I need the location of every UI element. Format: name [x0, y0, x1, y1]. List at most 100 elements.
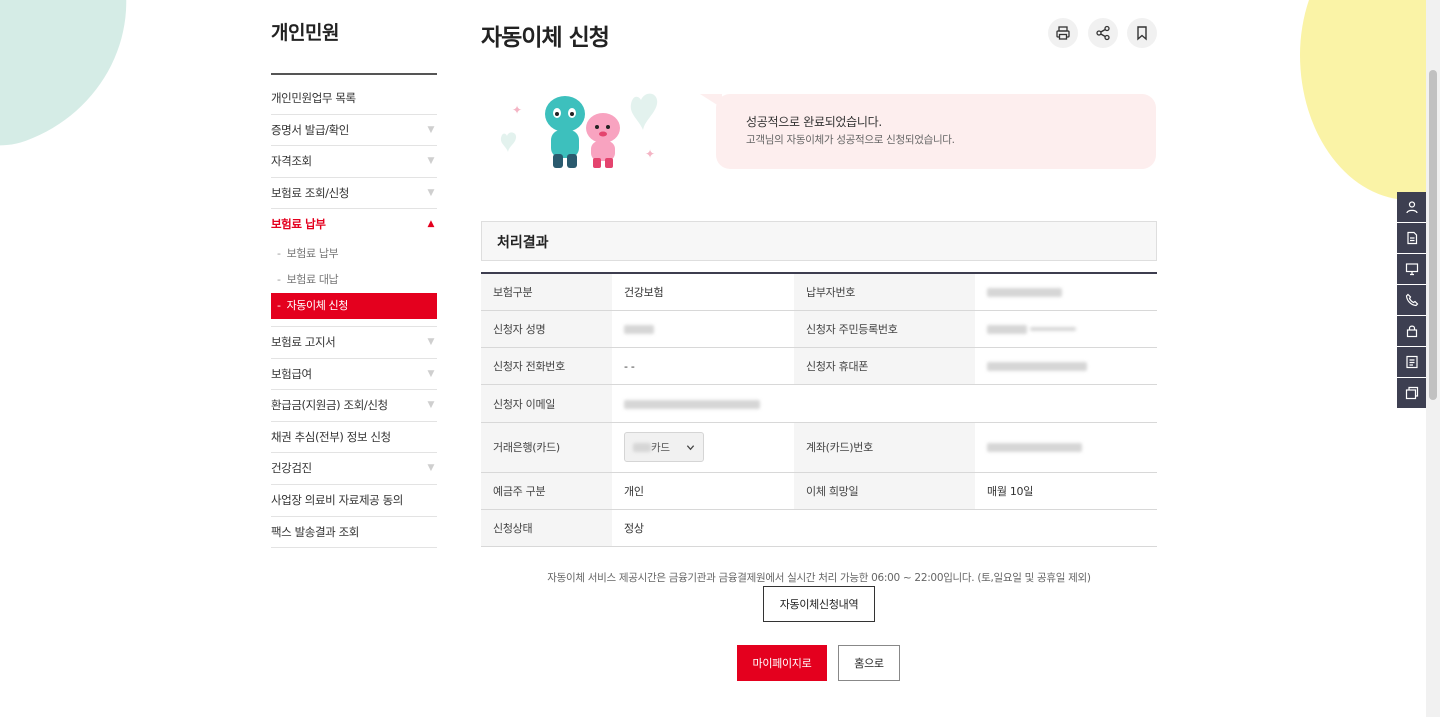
masked-value: [633, 443, 651, 453]
scrollbar-thumb[interactable]: [1429, 70, 1437, 400]
caret-down-icon: ▼: [427, 400, 434, 411]
chevron-down-icon: [686, 444, 695, 450]
masked-value: [624, 399, 760, 409]
document-icon: [1407, 231, 1418, 245]
phone-icon: [1405, 293, 1419, 307]
label-applicant-rrn: 신청자 주민등록번호: [794, 310, 975, 349]
label-bank-card: 거래은행(카드): [481, 422, 612, 473]
svg-text:✦: ✦: [512, 103, 522, 117]
sidebar-item-debt-collection[interactable]: 채권 추심(전부) 정보 신청: [271, 422, 437, 454]
svg-text:✦: ✦: [645, 147, 655, 161]
sidebar-item-refund[interactable]: 환급금(지원금) 조회/신청 ▼: [271, 390, 437, 422]
caret-down-icon: ▼: [427, 336, 434, 347]
printer-icon: [1056, 26, 1070, 40]
value-bank-card: 카드: [612, 422, 794, 473]
page-scrollbar[interactable]: [1426, 0, 1440, 717]
monitor-icon: [1405, 263, 1419, 276]
label-application-status: 신청상태: [481, 509, 612, 548]
table-row: 신청자 전화번호 - - 신청자 휴대폰: [481, 347, 1157, 386]
caret-up-icon: ▲: [427, 219, 434, 230]
quick-phone-button[interactable]: [1397, 285, 1427, 315]
quick-lock-button[interactable]: [1397, 316, 1427, 346]
sidebar-item-medical-consent[interactable]: 사업장 의료비 자료제공 동의: [271, 485, 437, 517]
sidebar-item-premium-payment[interactable]: 보험료 납부 ▲: [271, 209, 437, 241]
caret-down-icon: ▼: [427, 368, 434, 379]
value-applicant-rrn: [975, 310, 1157, 349]
value-payer-number: [975, 273, 1157, 311]
result-section-title: 처리결과: [497, 235, 549, 251]
masked-value: [1030, 327, 1077, 332]
user-icon: [1406, 201, 1418, 214]
masked-value: [624, 324, 654, 334]
print-button[interactable]: [1048, 18, 1078, 48]
label-applicant-name: 신청자 성명: [481, 310, 612, 349]
window-icon: [1405, 386, 1419, 400]
quick-menu: [1397, 192, 1427, 409]
sidebar-menu: 개인민원업무 목록 증명서 발급/확인 ▼ 자격조회 ▼ 보험료 조회/신청 ▼ 보험…: [271, 83, 437, 549]
value-account-number: [975, 422, 1157, 473]
quick-window-button[interactable]: [1397, 378, 1427, 408]
sidebar-title: 개인민원: [271, 22, 339, 44]
value-application-status: 정상: [612, 509, 1157, 548]
success-description: 고객님의 자동이체가 성공적으로 신청되었습니다.: [746, 134, 955, 146]
value-transfer-date: 매월 10일: [975, 472, 1157, 510]
sidebar-item-certificate[interactable]: 증명서 발급/확인 ▼: [271, 115, 437, 147]
decor-blob-right: [1300, 0, 1440, 200]
label-transfer-date: 이체 희망일: [794, 472, 975, 510]
success-title: 성공적으로 완료되었습니다.: [746, 115, 882, 129]
bank-card-select[interactable]: 카드: [624, 432, 704, 463]
quick-list-button[interactable]: [1397, 347, 1427, 377]
home-button[interactable]: 홈으로: [838, 645, 900, 681]
caret-down-icon: ▼: [427, 187, 434, 198]
lock-icon: [1406, 325, 1418, 338]
result-table: 보험구분 건강보험 납부자번호 신청자 성명 신청자 주민등록번호 신청자 전화…: [481, 272, 1157, 548]
bookmark-icon: [1137, 26, 1147, 41]
value-applicant-mobile: [975, 347, 1157, 386]
quick-user-button[interactable]: [1397, 192, 1427, 222]
sidebar-item-fax-result[interactable]: 팩스 발송결과 조회: [271, 517, 437, 549]
mascot-illustration: ✦ ✦: [500, 93, 658, 168]
quick-monitor-button[interactable]: [1397, 254, 1427, 284]
table-row: 신청자 성명 신청자 주민등록번호: [481, 310, 1157, 349]
sidebar-divider: [271, 73, 437, 75]
label-holder-type: 예금주 구분: [481, 472, 612, 510]
label-applicant-phone: 신청자 전화번호: [481, 347, 612, 386]
table-row: 신청자 이메일: [481, 384, 1157, 423]
submenu-item-auto-transfer[interactable]: - 자동이체 신청: [271, 292, 437, 319]
label-account-number: 계좌(카드)번호: [794, 422, 975, 473]
masked-value: [987, 362, 1087, 372]
share-button[interactable]: [1088, 18, 1118, 48]
caret-down-icon: ▼: [427, 124, 434, 135]
value-applicant-email: [612, 384, 1157, 423]
result-section-header: 처리결과: [481, 221, 1157, 261]
sidebar-item-premium-notice[interactable]: 보험료 고지서 ▼: [271, 327, 437, 359]
service-hours-notice: 자동이체 서비스 제공시간은 금융기관과 금융결제원에서 실시간 처리 가능한 …: [547, 572, 1091, 584]
submenu-premium-payment: - 보험료 납부 - 보험료 대납 - 자동이체 신청: [271, 241, 437, 319]
label-applicant-mobile: 신청자 휴대폰: [794, 347, 975, 386]
table-row: 예금주 구분 개인 이체 희망일 매월 10일: [481, 472, 1157, 510]
masked-value: [987, 443, 1082, 453]
submenu-item-proxy-payment[interactable]: - 보험료 대납: [271, 267, 437, 293]
value-applicant-phone: - -: [612, 347, 794, 386]
quick-document-button[interactable]: [1397, 223, 1427, 253]
submenu-item-payment[interactable]: - 보험료 납부: [271, 241, 437, 267]
table-row: 신청상태 정상: [481, 509, 1157, 548]
bookmark-button[interactable]: [1127, 18, 1157, 48]
page-title: 자동이체 신청: [481, 25, 610, 51]
list-icon: [1406, 355, 1418, 369]
decor-blob-left: [0, 0, 167, 175]
sidebar-item-health-checkup[interactable]: 건강검진 ▼: [271, 453, 437, 485]
mypage-button[interactable]: 마이페이지로: [737, 645, 827, 681]
table-row: 보험구분 건강보험 납부자번호: [481, 273, 1157, 311]
sidebar-item-complaint-list[interactable]: 개인민원업무 목록: [271, 83, 437, 115]
masked-value: [987, 324, 1027, 334]
value-applicant-name: [612, 310, 794, 349]
masked-value: [987, 287, 1062, 297]
sidebar-item-eligibility[interactable]: 자격조회 ▼: [271, 146, 437, 178]
table-row: 거래은행(카드) 카드 계좌(카드)번호: [481, 422, 1157, 473]
auto-transfer-history-button[interactable]: 자동이체신청내역: [763, 586, 875, 622]
sidebar-item-benefits[interactable]: 보험급여 ▼: [271, 359, 437, 391]
sidebar-item-premium-inquiry[interactable]: 보험료 조회/신청 ▼: [271, 178, 437, 210]
label-payer-number: 납부자번호: [794, 273, 975, 311]
value-holder-type: 개인: [612, 472, 794, 510]
